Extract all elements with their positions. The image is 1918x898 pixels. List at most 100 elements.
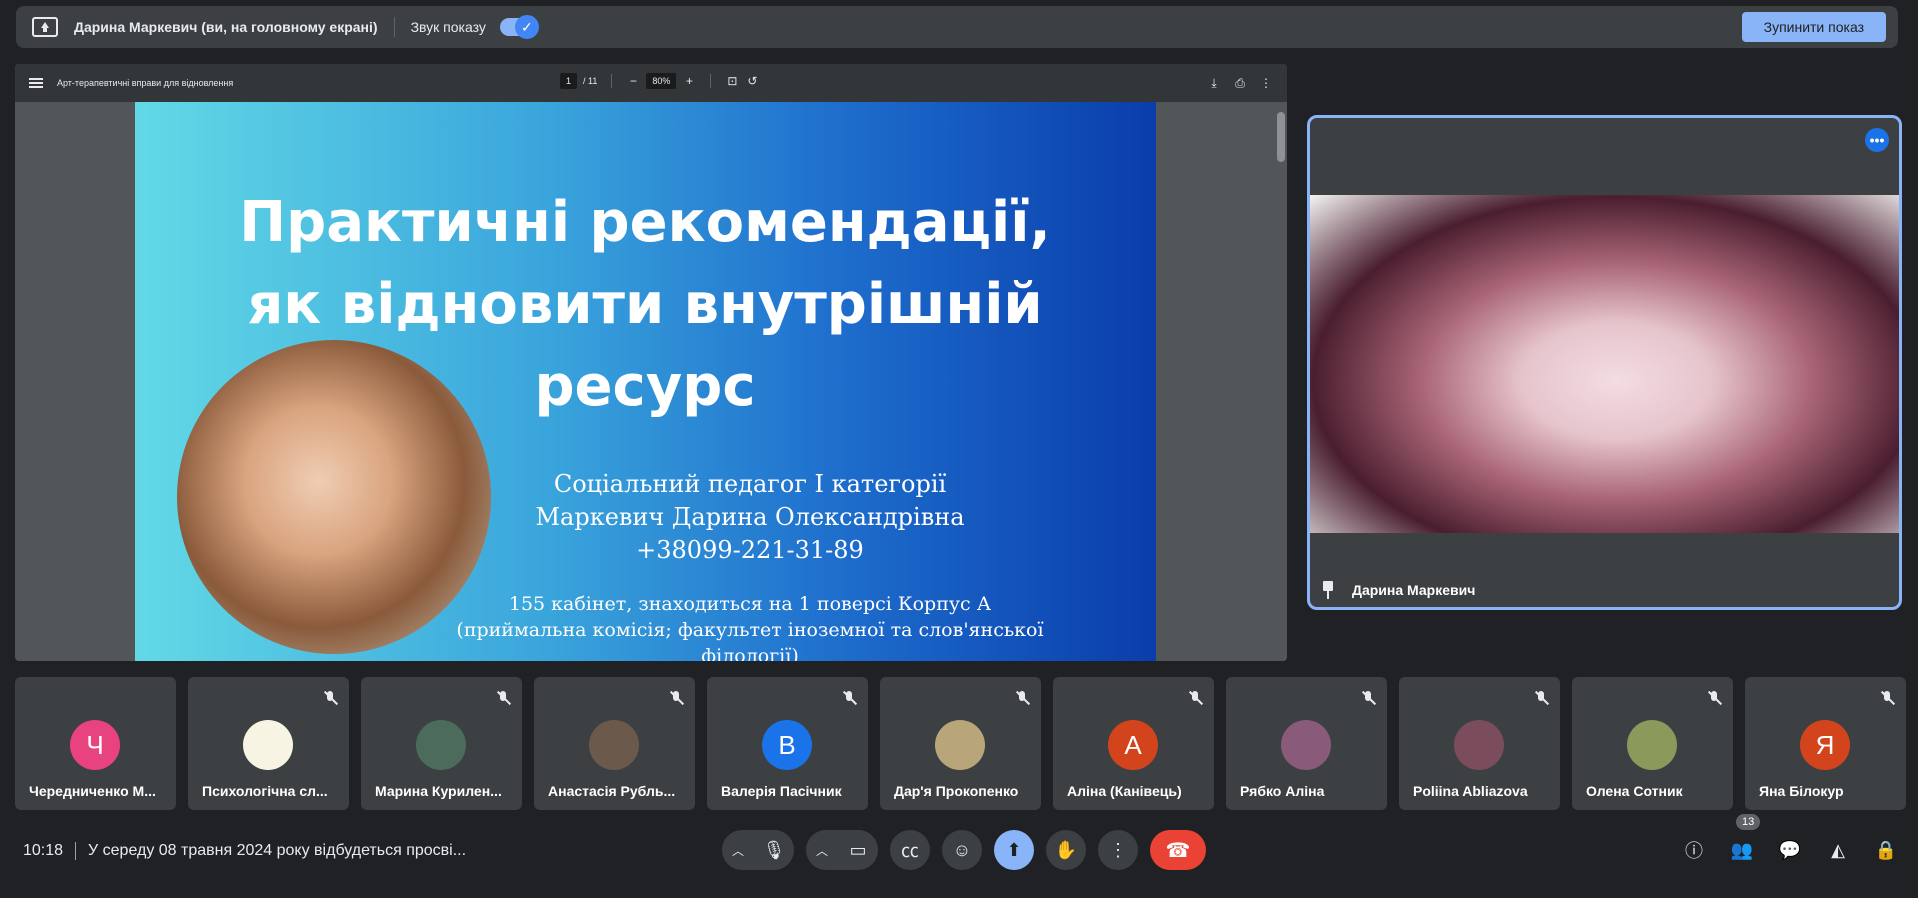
page-input[interactable]: 1 [560, 73, 578, 89]
stop-presenting-button[interactable]: Зупинити показ [1741, 12, 1886, 42]
page-total: / 11 [583, 76, 598, 86]
participant-name: Poliina Abliazova [1413, 783, 1528, 799]
participant-tile[interactable]: В Валерія Пасічник [707, 677, 868, 810]
avatar: Ч [70, 720, 120, 770]
mic-off-icon [1534, 691, 1548, 705]
chevron-up-icon[interactable]: ︿ [806, 842, 838, 859]
chevron-up-icon[interactable]: ︿ [722, 842, 754, 859]
slide-title-line: як відновити внутрішній [247, 272, 1043, 337]
avatar [589, 720, 639, 770]
mic-icon[interactable]: 🎙 [754, 830, 794, 870]
more-vert-icon[interactable]: ⋮ [1098, 830, 1138, 870]
mic-off-icon [323, 691, 337, 705]
mic-off-icon [496, 691, 510, 705]
mic-off-icon [1880, 691, 1894, 705]
scroll-thumb[interactable] [1277, 112, 1285, 162]
emoji-icon[interactable]: ☺ [942, 830, 982, 870]
slide-fullname: Маркевич Дарина Олександрівна [535, 503, 965, 531]
divider [710, 74, 712, 88]
slide-contact-block: Соціальний педагог I категорії Маркевич … [410, 468, 1090, 661]
divider [75, 842, 77, 860]
presenting-bar: Дарина Маркевич (ви, на головному екрані… [16, 6, 1898, 48]
speaker-video [1310, 195, 1899, 533]
pin-icon[interactable] [1322, 581, 1334, 599]
zoom-in-button[interactable]: + [682, 74, 696, 88]
slide-title-line: Практичні рекомендації, [239, 190, 1051, 255]
participant-name: Марина Курилен... [375, 783, 502, 799]
download-icon[interactable]: ⤓ [1207, 76, 1221, 90]
mic-off-icon [1707, 691, 1721, 705]
speaker-label: Дарина Маркевич [1322, 581, 1475, 599]
present-screen-icon [32, 17, 58, 37]
mic-control: ︿ 🎙 [722, 830, 794, 870]
zoom-out-button[interactable]: − [626, 74, 640, 88]
speaker-name: Дарина Маркевич [1352, 582, 1476, 598]
avatar [1454, 720, 1504, 770]
mic-off-icon [1188, 691, 1202, 705]
participant-tile[interactable]: Рябко Аліна [1226, 677, 1387, 810]
raise-hand-icon[interactable]: ✋ [1046, 830, 1086, 870]
mic-off-icon [1361, 691, 1375, 705]
participant-name: Психологічна сл... [202, 783, 328, 799]
participant-name: Анастасія Рубль... [548, 783, 676, 799]
pdf-scrollbar[interactable] [1275, 102, 1287, 661]
mic-off-icon [1015, 691, 1029, 705]
rotate-icon[interactable]: ↺ [745, 74, 759, 88]
info-icon[interactable]: ⓘ [1682, 838, 1706, 862]
captions-icon[interactable]: ㏄ [890, 830, 930, 870]
participant-tile[interactable]: Психологічна сл... [188, 677, 349, 810]
participant-tile[interactable]: А Аліна (Канівець) [1053, 677, 1214, 810]
avatar: А [1108, 720, 1158, 770]
activities-icon[interactable]: ◭ [1826, 838, 1850, 862]
participant-tile[interactable]: Дар'я Прокопенко [880, 677, 1041, 810]
avatar: В [762, 720, 812, 770]
avatar [935, 720, 985, 770]
call-controls: ︿ 🎙 ︿ ▭ ㏄ ☺ ⬆ ✋ ⋮ ☎ [722, 830, 1206, 870]
participant-name: Чередниченко М... [29, 783, 156, 799]
mic-off-icon [669, 691, 683, 705]
slide-position: Соціальний педагог I категорії [553, 470, 947, 498]
fit-page-icon[interactable]: ⊡ [725, 74, 739, 88]
sound-label: Звук показу [410, 19, 486, 35]
sound-toggle[interactable]: ✓ [499, 15, 539, 39]
speaker-tile[interactable]: ••• Дарина Маркевич [1307, 115, 1902, 610]
bottom-bar: 10:18 У середу 08 травня 2024 року відбу… [0, 814, 1918, 876]
menu-icon[interactable] [29, 78, 43, 88]
participant-tile[interactable]: Ч Чередниченко М... [15, 677, 176, 810]
zoom-input[interactable]: 80% [646, 73, 677, 89]
camera-icon[interactable]: ▭ [838, 830, 878, 870]
participant-name: Аліна (Канівець) [1067, 783, 1182, 799]
slide-department: (приймальна комісія; факультет іноземної… [456, 619, 1044, 661]
slide-room: 155 кабінет, знаходиться на 1 поверсі Ко… [508, 593, 992, 615]
host-controls-icon[interactable]: 🔒 [1874, 838, 1898, 862]
participant-tile[interactable]: Марина Курилен... [361, 677, 522, 810]
pdf-actions: ⤓ ⎙ ⋮ [1207, 76, 1273, 91]
meeting-info: 10:18 У середу 08 травня 2024 року відбу… [23, 842, 466, 860]
slide-page: Практичні рекомендації, як відновити вну… [135, 102, 1156, 661]
participant-strip: Ч Чередниченко М... Психологічна сл... Мари… [15, 677, 1906, 810]
divider [393, 17, 395, 37]
pdf-viewer: Арт-терапевтичні вправи для відновлення … [15, 64, 1287, 661]
divider [611, 74, 613, 88]
hang-up-button[interactable]: ☎ [1150, 830, 1206, 870]
meeting-title[interactable]: У середу 08 травня 2024 року відбудеться… [88, 842, 466, 860]
avatar: Я [1800, 720, 1850, 770]
people-icon[interactable]: 👥 13 [1730, 814, 1761, 862]
avatar [416, 720, 466, 770]
more-vert-icon[interactable]: ⋮ [1259, 76, 1273, 90]
participant-tile[interactable]: Я Яна Білокур [1745, 677, 1906, 810]
people-count-badge: 13 [1736, 814, 1761, 830]
participant-name: Олена Сотник [1586, 783, 1683, 799]
clock: 10:18 [23, 842, 64, 859]
participant-tile[interactable]: Poliina Abliazova [1399, 677, 1560, 810]
participant-tile[interactable]: Анастасія Рубль... [534, 677, 695, 810]
present-screen-button[interactable]: ⬆ [994, 830, 1034, 870]
pdf-page-controls: 1 / 11 − 80% + ⊡ ↺ [560, 73, 759, 89]
participant-tile[interactable]: Олена Сотник [1572, 677, 1733, 810]
more-options-button[interactable]: ••• [1865, 128, 1889, 152]
camera-control: ︿ ▭ [806, 830, 878, 870]
chat-icon[interactable]: 💬 [1778, 838, 1802, 862]
participant-name: Рябко Аліна [1240, 783, 1325, 799]
side-panel-icons: ⓘ 👥 13 💬 ◭ 🔒 [1682, 814, 1898, 862]
print-icon[interactable]: ⎙ [1233, 76, 1247, 90]
